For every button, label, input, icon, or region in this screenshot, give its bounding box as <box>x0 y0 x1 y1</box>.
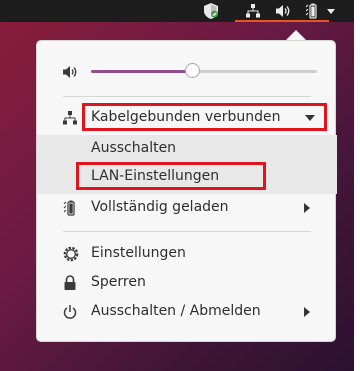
battery-icon <box>63 200 79 216</box>
volume-slider-handle[interactable] <box>184 63 200 78</box>
highlight-box-lan-settings <box>76 162 266 190</box>
lock-item[interactable]: Sperren <box>37 269 337 297</box>
power-item[interactable]: Ausschalten / Abmelden <box>37 298 337 326</box>
chevron-down-icon[interactable] <box>326 8 336 14</box>
power-icon <box>63 304 79 320</box>
separator <box>63 96 311 97</box>
battery-status-label: Vollständig geladen <box>91 199 229 215</box>
power-label: Ausschalten / Abmelden <box>91 303 261 319</box>
settings-icon <box>63 246 79 262</box>
volume-icon[interactable] <box>275 3 291 19</box>
lock-label: Sperren <box>91 274 146 290</box>
shield-icon[interactable] <box>203 3 219 19</box>
volume-icon <box>63 64 79 80</box>
network-icon <box>63 110 79 126</box>
top-panel <box>0 0 354 22</box>
system-menu: Kabelgebunden verbunden Ausschalten LAN-… <box>36 40 337 342</box>
chevron-right-icon <box>304 203 310 213</box>
volume-row <box>37 58 337 86</box>
volume-slider[interactable] <box>91 63 317 78</box>
separator <box>63 231 311 232</box>
settings-label: Einstellungen <box>91 245 186 261</box>
volume-slider-fill <box>91 70 193 73</box>
network-off-item[interactable]: Ausschalten <box>37 135 337 163</box>
settings-item[interactable]: Einstellungen <box>37 240 337 268</box>
network-icon[interactable] <box>245 3 261 19</box>
network-off-label: Ausschalten <box>91 140 177 156</box>
highlight-box-network <box>82 103 327 131</box>
lock-icon <box>63 275 79 291</box>
battery-row[interactable]: Vollständig geladen <box>37 194 337 222</box>
menu-pointer <box>286 30 306 40</box>
battery-icon[interactable] <box>304 3 320 19</box>
chevron-right-icon <box>304 307 310 317</box>
